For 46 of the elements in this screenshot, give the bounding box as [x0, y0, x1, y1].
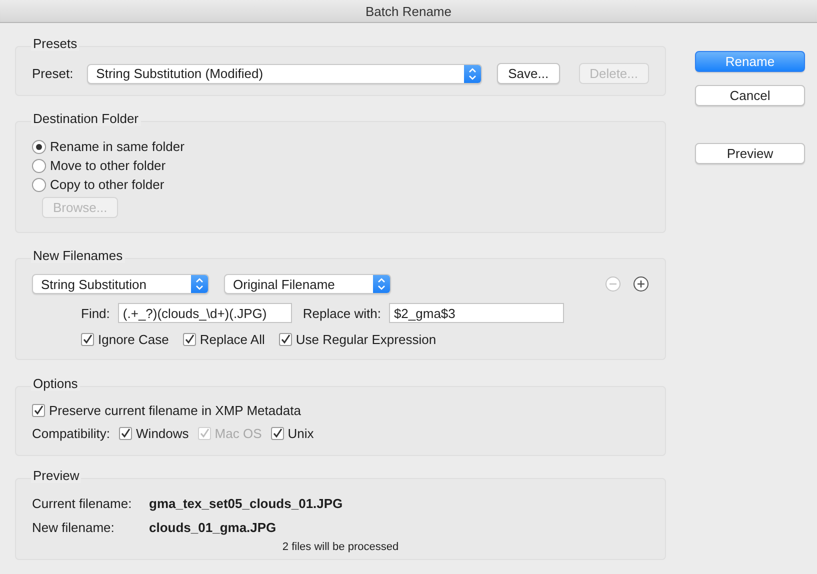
- replace-field[interactable]: $2_gma$3: [388, 303, 564, 323]
- group-title: Presets: [31, 36, 80, 51]
- filename-text: clouds_01_gma.JPG: [149, 520, 276, 535]
- filename-text: gma_tex_set05_clouds_01.JPG: [149, 496, 343, 511]
- field-label: Compatibility:: [32, 426, 110, 441]
- add-icon[interactable]: [633, 276, 649, 292]
- checkbox-label: Use Regular Expression: [296, 332, 436, 347]
- group-title: New Filenames: [31, 248, 125, 263]
- window-title: Batch Rename: [366, 4, 452, 18]
- field-label: Preset:: [32, 66, 74, 81]
- preset-button[interactable]: Save...: [497, 63, 560, 84]
- checkbox[interactable]: [119, 427, 132, 440]
- dropdown[interactable]: String Substitution (Modified): [87, 64, 482, 84]
- dialog-button[interactable]: Preview: [695, 143, 805, 164]
- field-label: Replace with:: [302, 306, 381, 320]
- checkbox-label: Replace All: [200, 332, 265, 347]
- group-title: Options: [31, 376, 80, 391]
- checkbox[interactable]: [182, 333, 196, 346]
- checkbox[interactable]: [270, 427, 284, 440]
- status-text: 2 files will be processed: [282, 541, 399, 553]
- checkbox[interactable]: [81, 333, 94, 346]
- dialog-button[interactable]: Cancel: [695, 85, 805, 106]
- checkbox-label: Ignore Case: [98, 332, 169, 347]
- radio-label: Copy to other folder: [50, 177, 164, 192]
- checkbox-label: Mac OS: [214, 426, 262, 441]
- group-title: Destination Folder: [31, 111, 140, 126]
- stepper-icon: [373, 275, 390, 293]
- radio-button[interactable]: [32, 158, 46, 172]
- dropdown[interactable]: Original Filename: [224, 274, 391, 294]
- field-label: Find:: [81, 306, 110, 320]
- group-title: Preview: [31, 468, 82, 483]
- find-field[interactable]: (.+_?)(clouds_\d+)(.JPG): [118, 303, 292, 323]
- stepper-icon: [191, 275, 208, 293]
- preview-label: Current filename:: [32, 496, 133, 511]
- dropdown[interactable]: String Substitution: [32, 274, 209, 294]
- preview-label: New filename:: [32, 520, 116, 535]
- radio-label: Rename in same folder: [50, 139, 184, 154]
- radio-label: Move to other folder: [50, 158, 166, 173]
- checkbox-label: Preserve current filename in XMP Metadata: [49, 403, 301, 418]
- checkbox[interactable]: [278, 333, 292, 346]
- radio-button[interactable]: [32, 178, 46, 192]
- checkbox-label: Windows: [136, 426, 189, 441]
- checkbox-label: Unix: [288, 426, 314, 441]
- stepper-icon: [464, 64, 482, 82]
- radio-button[interactable]: [32, 140, 46, 154]
- checkbox[interactable]: [32, 404, 45, 417]
